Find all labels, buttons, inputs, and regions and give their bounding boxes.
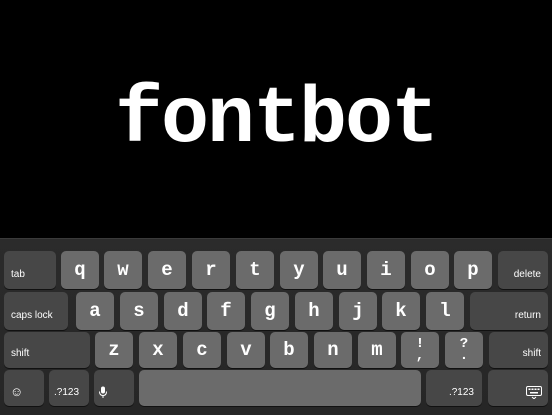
return-key[interactable]: return — [470, 292, 548, 330]
key-d[interactable]: d — [164, 292, 202, 330]
key-exclaim-comma[interactable]: ! , — [401, 332, 439, 368]
key-l[interactable]: l — [426, 292, 464, 330]
key-a[interactable]: a — [76, 292, 114, 330]
emoji-key[interactable]: ☺ — [4, 370, 44, 406]
key-comma-bottom: , — [415, 348, 425, 364]
key-i[interactable]: i — [367, 251, 405, 289]
delete-key[interactable]: delete — [498, 251, 548, 289]
key-q[interactable]: q — [61, 251, 99, 289]
key-r[interactable]: r — [192, 251, 230, 289]
key-k[interactable]: k — [382, 292, 420, 330]
shift-right-key[interactable]: shift — [489, 332, 548, 368]
tab-key[interactable]: tab — [4, 251, 56, 289]
key-m[interactable]: m — [358, 332, 396, 368]
key-g[interactable]: g — [251, 292, 289, 330]
microphone-icon — [99, 386, 107, 398]
key-t[interactable]: t — [236, 251, 274, 289]
key-s[interactable]: s — [120, 292, 158, 330]
key-e[interactable]: e — [148, 251, 186, 289]
key-f[interactable]: f — [207, 292, 245, 330]
space-bar[interactable] — [139, 370, 421, 406]
key-x[interactable]: x — [139, 332, 177, 368]
key-p[interactable]: p — [454, 251, 492, 289]
key-w[interactable]: w — [104, 251, 142, 289]
app-title: fontbot — [114, 75, 439, 166]
key-c[interactable]: c — [183, 332, 221, 368]
numbers-left-key[interactable]: .?123 — [49, 370, 89, 406]
title-area: fontbot — [0, 0, 552, 238]
key-u[interactable]: u — [323, 251, 361, 289]
key-v[interactable]: v — [227, 332, 265, 368]
key-period-bottom: . — [459, 348, 469, 364]
key-n[interactable]: n — [314, 332, 352, 368]
key-z[interactable]: z — [95, 332, 133, 368]
key-y[interactable]: y — [280, 251, 318, 289]
keyboard: tab q w e r t y u i o p delete caps lock… — [0, 238, 552, 415]
key-b[interactable]: b — [270, 332, 308, 368]
keyboard-hide-icon — [526, 386, 542, 399]
key-question-period[interactable]: ? . — [445, 332, 483, 368]
caps-lock-key[interactable]: caps lock — [4, 292, 68, 330]
key-h[interactable]: h — [295, 292, 333, 330]
shift-left-key[interactable]: shift — [4, 332, 90, 368]
numbers-right-key[interactable]: .?123 — [426, 370, 482, 406]
key-j[interactable]: j — [339, 292, 377, 330]
hide-keyboard-key[interactable] — [488, 370, 548, 406]
dictation-key[interactable] — [94, 370, 134, 406]
key-o[interactable]: o — [411, 251, 449, 289]
emoji-icon: ☺ — [10, 384, 24, 399]
